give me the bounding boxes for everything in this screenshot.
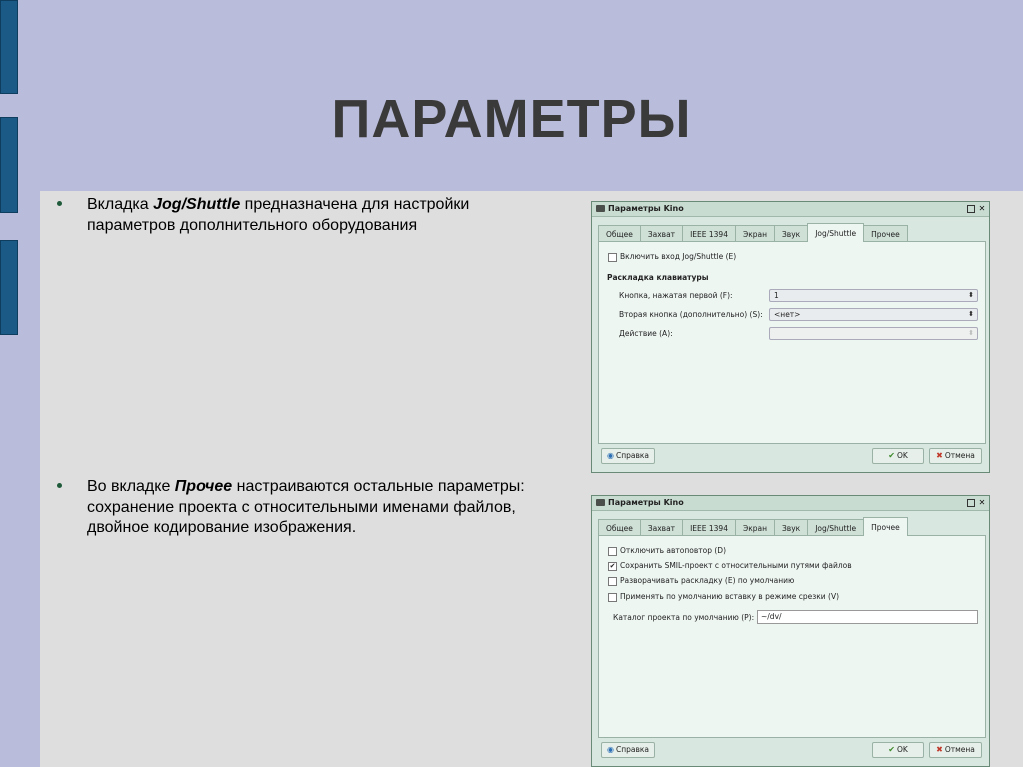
app-icon — [596, 499, 605, 506]
bullet1-emphasis: Jog/Shuttle — [153, 196, 241, 213]
check-icon: ✔ — [609, 562, 616, 570]
save-smil-relative-checkbox[interactable]: ✔ — [608, 562, 617, 571]
bullet-jog-shuttle: Вкладка Jog/Shuttle предназначена для на… — [57, 195, 537, 236]
help-label: Справка — [615, 451, 650, 460]
action-select[interactable]: ⬍ — [769, 327, 978, 340]
option-label: Сохранить SMIL-проект с относительными п… — [620, 561, 852, 570]
ok-button[interactable]: ✔ OK — [872, 448, 924, 464]
cross-icon: ✖ — [936, 745, 943, 754]
second-button-label: Вторая кнопка (дополнительно) (S): — [619, 310, 763, 319]
tab-other[interactable]: Прочее — [863, 517, 908, 536]
bullet2-pre: Во вкладке — [87, 478, 175, 495]
tab-panel: Отключить автоповтор (D) ✔ Сохранить SMI… — [598, 535, 986, 738]
action-label: Действие (A): — [619, 329, 673, 338]
bullet2-emphasis: Прочее — [174, 478, 233, 495]
kino-preferences-window-jog: Параметры Kino ✕ Общее Захват IEEE 1394 … — [591, 201, 990, 473]
first-button-value: 1 — [774, 291, 779, 300]
tab-general[interactable]: Общее — [598, 225, 641, 242]
help-button[interactable]: ◉ Справка — [601, 448, 655, 464]
tab-capture[interactable]: Захват — [639, 225, 684, 242]
maximize-button[interactable] — [967, 499, 975, 507]
cancel-label: Отмена — [944, 451, 975, 460]
help-label: Справка — [615, 745, 650, 754]
cancel-button[interactable]: ✖ Отмена — [929, 742, 982, 758]
kino-preferences-window-other: Параметры Kino ✕ Общее Захват IEEE 1394 … — [591, 495, 990, 767]
tab-display[interactable]: Экран — [734, 225, 775, 242]
second-button-select[interactable]: <нет> ⬍ — [769, 308, 978, 321]
tab-bar: Общее Захват IEEE 1394 Экран Звук Jog/Sh… — [598, 517, 908, 536]
cancel-button[interactable]: ✖ Отмена — [929, 448, 982, 464]
tab-ieee1394[interactable]: IEEE 1394 — [682, 225, 736, 242]
tab-ieee1394[interactable]: IEEE 1394 — [682, 519, 736, 536]
insert-trim-mode-checkbox[interactable] — [608, 593, 617, 602]
window-title: Параметры Kino — [608, 498, 684, 507]
project-dir-input[interactable]: ~/dv/ — [757, 610, 978, 624]
help-icon: ◉ — [606, 451, 614, 460]
tab-audio[interactable]: Звук — [774, 225, 809, 242]
bullet-other: Во вкладке Прочее настраиваются остальны… — [57, 477, 557, 539]
decor-bar-top — [0, 0, 18, 94]
option-label: Отключить автоповтор (D) — [620, 546, 727, 555]
check-icon: ✔ — [888, 451, 895, 460]
bullet1-pre: Вкладка — [87, 196, 154, 213]
titlebar: Параметры Kino ✕ — [592, 202, 989, 217]
enable-jog-label: Включить вход Jog/Shuttle (E) — [620, 252, 737, 261]
ok-label: OK — [896, 451, 908, 460]
expand-layout-checkbox[interactable] — [608, 577, 617, 586]
tab-bar: Общее Захват IEEE 1394 Экран Звук Jog/Sh… — [598, 223, 908, 242]
help-button[interactable]: ◉ Справка — [601, 742, 655, 758]
ok-button[interactable]: ✔ OK — [872, 742, 924, 758]
enable-jog-checkbox[interactable] — [608, 253, 617, 262]
section-heading: Раскладка клавиатуры — [607, 273, 709, 282]
tab-capture[interactable]: Захват — [639, 519, 684, 536]
spin-icon: ⬍ — [968, 310, 974, 318]
option-label: Применять по умолчанию вставку в режиме … — [620, 592, 839, 601]
decor-bar-bottom — [0, 240, 18, 335]
disable-autorepeat-checkbox[interactable] — [608, 547, 617, 556]
spin-icon: ⬍ — [968, 329, 974, 337]
option-label: Разворачивать раскладку (E) по умолчанию — [620, 576, 795, 585]
maximize-button[interactable] — [967, 205, 975, 213]
bullet-dot — [57, 201, 62, 206]
app-icon — [596, 205, 605, 212]
cancel-label: Отмена — [944, 745, 975, 754]
tab-audio[interactable]: Звук — [774, 519, 809, 536]
first-button-label: Кнопка, нажатая первой (F): — [619, 291, 733, 300]
check-icon: ✔ — [888, 745, 895, 754]
tab-display[interactable]: Экран — [734, 519, 775, 536]
tab-jog-shuttle[interactable]: Jog/Shuttle — [807, 519, 865, 536]
project-dir-label: Каталог проекта по умолчанию (P): — [613, 613, 755, 622]
spin-icon: ⬍ — [968, 291, 974, 299]
help-icon: ◉ — [606, 745, 614, 754]
window-title: Параметры Kino — [608, 204, 684, 213]
close-button[interactable]: ✕ — [977, 498, 987, 507]
cross-icon: ✖ — [936, 451, 943, 460]
close-button[interactable]: ✕ — [977, 204, 987, 213]
bullet-dot — [57, 483, 62, 488]
ok-label: OK — [896, 745, 908, 754]
tab-panel: Включить вход Jog/Shuttle (E) Раскладка … — [598, 241, 986, 444]
tab-other[interactable]: Прочее — [863, 225, 908, 242]
titlebar: Параметры Kino ✕ — [592, 496, 989, 511]
tab-jog-shuttle[interactable]: Jog/Shuttle — [807, 223, 865, 242]
slide-title: ПАРАМЕТРЫ — [331, 89, 692, 149]
tab-general[interactable]: Общее — [598, 519, 641, 536]
second-button-value: <нет> — [774, 310, 801, 319]
first-button-select[interactable]: 1 ⬍ — [769, 289, 978, 302]
